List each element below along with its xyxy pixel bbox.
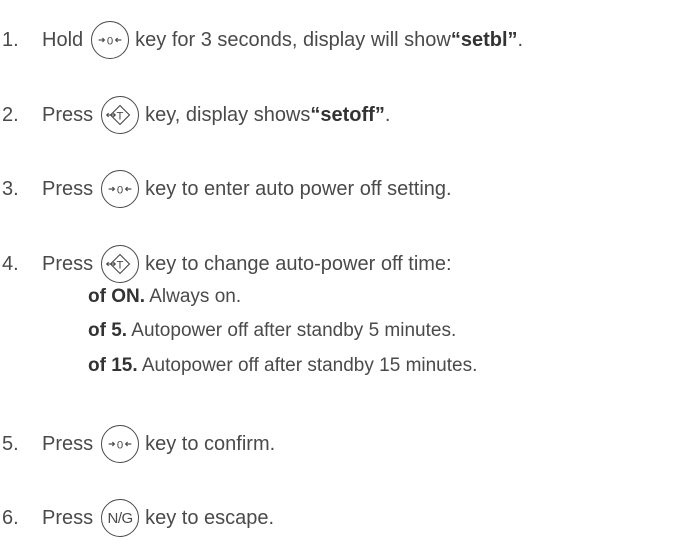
step-verb: Hold xyxy=(42,28,84,51)
svg-text:0: 0 xyxy=(117,184,123,196)
step-tail: . xyxy=(517,28,524,51)
option-desc: Autopower off after standby 15 minutes. xyxy=(137,355,478,376)
option-code: of 15. xyxy=(88,355,138,376)
step-text: key to enter auto power off setting. xyxy=(145,177,452,200)
option-code: of ON. xyxy=(88,286,145,307)
zero-key-icon: 0 xyxy=(101,425,140,463)
svg-text:T: T xyxy=(117,110,124,122)
step-text: key to change auto-power off time: xyxy=(145,252,452,275)
display-code: “setbl” xyxy=(450,28,518,51)
step-text: key to confirm. xyxy=(145,432,276,455)
svg-text:0: 0 xyxy=(117,439,123,451)
zero-key-icon: 0 xyxy=(91,21,130,59)
option-code: of 5. xyxy=(88,320,128,341)
display-code: “setoff” xyxy=(310,103,385,126)
step-4: 4. Press T key to change auto-power off … xyxy=(0,240,452,288)
step-number: 4. xyxy=(2,252,19,275)
tare-key-icon: T xyxy=(101,96,140,134)
step-3: 3. Press 0 key to enter auto power off s… xyxy=(0,165,452,213)
step-5: 5. Press 0 key to confirm. xyxy=(0,420,275,468)
option-on: of ON. Always on. xyxy=(88,286,241,308)
step-number: 6. xyxy=(2,506,19,529)
option-15: of 15. Autopower off after standby 15 mi… xyxy=(88,355,477,377)
step-verb: Press xyxy=(42,506,94,529)
step-number: 2. xyxy=(2,103,19,126)
step-verb: Press xyxy=(42,103,94,126)
svg-text:0: 0 xyxy=(107,35,113,47)
step-number: 5. xyxy=(2,432,19,455)
ng-key-icon: N/G xyxy=(101,499,140,537)
ng-key-label: N/G xyxy=(107,509,134,527)
option-desc: Autopower off after standby 5 minutes. xyxy=(127,320,457,341)
step-number: 1. xyxy=(2,28,19,51)
step-text: key to escape. xyxy=(145,506,275,529)
step-6: 6. Press N/G key to escape. xyxy=(0,494,274,542)
step-verb: Press xyxy=(42,177,94,200)
zero-key-icon: 0 xyxy=(101,170,140,208)
step-tail: . xyxy=(384,103,391,126)
step-2: 2. Press T key, display shows “setoff” . xyxy=(0,91,390,139)
option-desc: Always on. xyxy=(145,286,242,307)
step-text: key for 3 seconds, display will show xyxy=(135,28,451,51)
tare-key-icon: T xyxy=(101,245,140,283)
step-1: 1. Hold 0 key for 3 seconds, display wil… xyxy=(0,16,523,64)
step-verb: Press xyxy=(42,432,94,455)
step-text: key, display shows xyxy=(145,103,311,126)
option-5: of 5. Autopower off after standby 5 minu… xyxy=(88,320,456,342)
svg-text:T: T xyxy=(117,259,124,271)
step-verb: Press xyxy=(42,252,94,275)
step-number: 3. xyxy=(2,177,19,200)
